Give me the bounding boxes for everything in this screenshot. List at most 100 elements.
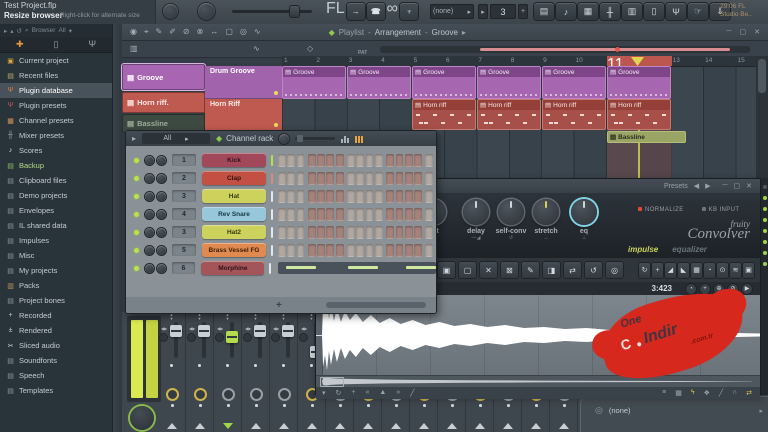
play-up-icon[interactable]: ▲: [379, 389, 386, 397]
step-cell[interactable]: [308, 154, 316, 167]
channel-volume-knob[interactable]: [157, 156, 166, 165]
channel-pan-knob[interactable]: [145, 264, 154, 273]
pattern-clip[interactable]: ▤Groove: [282, 66, 346, 99]
step-cell[interactable]: [414, 154, 422, 167]
step-cell[interactable]: [287, 190, 295, 203]
forward-arrow-button[interactable]: →: [347, 3, 365, 20]
pattern-spinner-value[interactable]: 3: [490, 4, 516, 19]
step-cell[interactable]: [386, 190, 394, 203]
browser-item[interactable]: ✂ Sliced audio: [0, 338, 112, 353]
step-cell[interactable]: [336, 244, 344, 257]
step-cell[interactable]: [347, 172, 355, 185]
browser-item[interactable]: ▤ Recent files: [0, 68, 112, 83]
step-cell[interactable]: [317, 172, 325, 185]
step-cell[interactable]: [317, 244, 325, 257]
stereo-arrows-icon[interactable]: ◀▶: [301, 326, 307, 331]
route-arrow-icon[interactable]: [503, 423, 513, 429]
strip-knob[interactable]: [278, 388, 291, 401]
minimize-button[interactable]: ─: [727, 28, 732, 36]
channel-button[interactable]: Brass Vessel FG: [202, 243, 266, 257]
volume-fader[interactable]: [258, 322, 262, 358]
preview-tool-icon[interactable]: ∿: [254, 27, 261, 37]
step-cell[interactable]: [425, 190, 433, 203]
tab-impulse[interactable]: impulse: [628, 245, 658, 254]
up-icon[interactable]: ▴: [10, 27, 13, 35]
step-cell[interactable]: [414, 208, 422, 221]
browser-tab-add-icon[interactable]: ✚: [16, 39, 24, 50]
channel-volume-knob[interactable]: [157, 210, 166, 219]
maximize-button[interactable]: ▢: [734, 182, 741, 190]
step-cell[interactable]: [317, 226, 325, 239]
bolt-icon[interactable]: ϟ: [691, 389, 695, 397]
run-icon[interactable]: ▦: [691, 263, 702, 278]
step-cell[interactable]: [375, 244, 383, 257]
eq-knob[interactable]: eq⊥: [564, 199, 604, 241]
browser-tab-plugins-icon[interactable]: Ψ: [88, 39, 96, 50]
step-cell[interactable]: [308, 190, 316, 203]
step-cell[interactable]: [347, 226, 355, 239]
step-cell[interactable]: [287, 226, 295, 239]
step-cell[interactable]: [356, 172, 364, 185]
pattern-view-icon[interactable]: ▥: [130, 44, 138, 53]
step-cell[interactable]: [336, 154, 344, 167]
route-arrow-icon[interactable]: [447, 423, 457, 429]
record-icon[interactable]: ⊙: [717, 263, 728, 278]
record-icon[interactable]: ◉: [130, 27, 137, 37]
channel-filter-dropdown[interactable]: All ▸: [142, 133, 210, 144]
step-cell[interactable]: [336, 226, 344, 239]
channel-rack-hscrollbar[interactable]: [326, 302, 426, 308]
step-cell[interactable]: [366, 244, 374, 257]
arc-icon[interactable]: ∩: [732, 389, 737, 397]
loop-icon[interactable]: ↻: [336, 389, 342, 397]
step-cell[interactable]: [425, 208, 433, 221]
zoom-tool-icon[interactable]: ◎: [240, 27, 247, 37]
step-cell[interactable]: [287, 154, 295, 167]
browser-item[interactable]: Ψ Plugin presets: [0, 98, 112, 113]
step-cell[interactable]: [326, 154, 334, 167]
step-cell[interactable]: [375, 190, 383, 203]
shuffle-slider[interactable]: [232, 10, 312, 13]
pan-icon[interactable]: +: [700, 284, 710, 294]
step-cell[interactable]: [366, 172, 374, 185]
step-cell[interactable]: [308, 244, 316, 257]
step-cell[interactable]: [366, 154, 374, 167]
keyboard-editor-icon[interactable]: [355, 135, 363, 143]
handset-button[interactable]: ☎: [367, 3, 385, 20]
pan-arrows-icon[interactable]: ▲▼: [270, 313, 297, 321]
slot-value[interactable]: (none): [609, 406, 631, 415]
mixer-strip[interactable]: ▲▼ ◀▶: [158, 312, 186, 432]
step-cell[interactable]: [366, 226, 374, 239]
step-cell[interactable]: [347, 154, 355, 167]
jump-icon[interactable]: ▶: [742, 284, 752, 294]
browser-item[interactable]: ▣ Current project: [0, 53, 112, 68]
step-cell[interactable]: [375, 172, 383, 185]
midi-link-button[interactable]: ∞: [387, 0, 398, 18]
channel-enable-led[interactable]: [134, 230, 139, 235]
add-channel-button[interactable]: +: [276, 300, 282, 311]
pattern-clip-bassline[interactable]: ▤ Bassline: [607, 131, 686, 143]
pattern-item[interactable]: ▤ Horn riff.: [122, 92, 205, 113]
browser-item[interactable]: ▤ Clipboard files: [0, 173, 112, 188]
step-cell[interactable]: [414, 172, 422, 185]
step-cell[interactable]: [278, 244, 286, 257]
scrollbar-handle[interactable]: [758, 59, 766, 93]
browser-item[interactable]: ╫ Mixer presets: [0, 128, 112, 143]
pattern-clip[interactable]: ▤Groove: [412, 66, 476, 99]
step-cell[interactable]: [356, 226, 364, 239]
channel-number[interactable]: 6: [172, 262, 196, 274]
step-cell[interactable]: [347, 190, 355, 203]
preset-next-icon[interactable]: ▶: [705, 182, 710, 190]
step-cell[interactable]: [326, 172, 334, 185]
preset-prev-icon[interactable]: ◀: [694, 182, 699, 190]
route-arrow-icon[interactable]: [195, 423, 205, 429]
overview-handle[interactable]: [320, 377, 344, 387]
stereo-sep-knob[interactable]: [216, 334, 223, 341]
browser-item[interactable]: ▤ Misc: [0, 248, 112, 263]
track-header[interactable]: Horn Riff: [205, 99, 282, 131]
track-header[interactable]: Drum Groove: [205, 66, 282, 99]
stereo-arrows-icon[interactable]: ◀▶: [273, 326, 279, 331]
route-arrow-icon[interactable]: [419, 423, 429, 429]
search-icon[interactable]: ⌕: [25, 27, 29, 35]
step-cell[interactable]: [356, 190, 364, 203]
step-cell[interactable]: [375, 154, 383, 167]
